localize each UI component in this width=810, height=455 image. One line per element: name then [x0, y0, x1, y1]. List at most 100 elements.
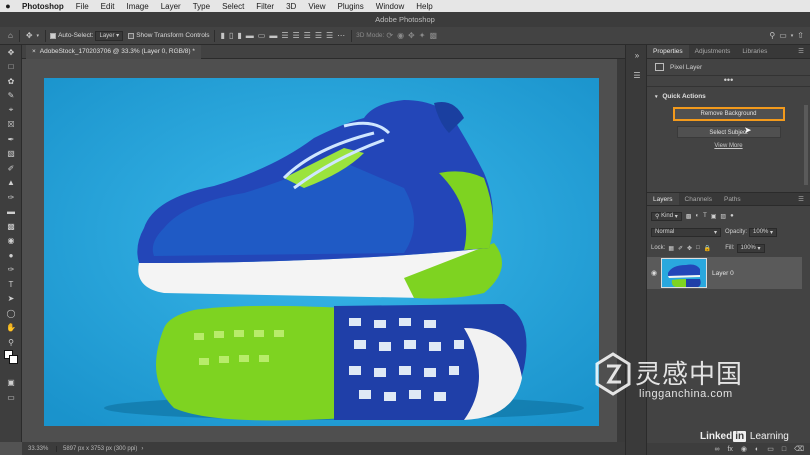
move-tool[interactable]: ✥: [0, 45, 22, 60]
pen-tool[interactable]: ✑: [0, 263, 22, 278]
menu-file[interactable]: File: [70, 2, 95, 11]
path-selection-tool[interactable]: ➤: [0, 292, 22, 307]
zoom-tool[interactable]: ⚲: [0, 335, 22, 350]
menu-3d[interactable]: 3D: [280, 2, 302, 11]
filter-adjustment-icon[interactable]: ◐: [695, 213, 699, 219]
search-icon[interactable]: ⚲: [769, 31, 775, 40]
panel-menu-icon[interactable]: ☰: [792, 45, 810, 58]
lock-pixels-icon[interactable]: ✐: [678, 245, 683, 252]
tab-paths[interactable]: Paths: [718, 193, 747, 205]
view-more-link[interactable]: View More: [647, 143, 810, 149]
more-properties-button[interactable]: •••: [647, 75, 810, 87]
align-center-h-icon[interactable]: ▯: [229, 31, 233, 40]
more-options-icon[interactable]: ⋯: [337, 31, 345, 40]
zoom-level[interactable]: 33.33%: [22, 445, 57, 452]
lock-artboard-icon[interactable]: □: [696, 245, 700, 251]
distribute-2-icon[interactable]: ☰: [292, 31, 299, 40]
home-icon[interactable]: ⌂: [8, 31, 13, 40]
document-canvas[interactable]: [44, 78, 599, 426]
chevron-right-icon[interactable]: ›: [141, 446, 143, 452]
align-right-icon[interactable]: ▮: [237, 31, 241, 40]
tab-layers[interactable]: Layers: [647, 193, 679, 205]
menu-image[interactable]: Image: [120, 2, 154, 11]
collapse-panels-button[interactable]: »: [626, 45, 648, 65]
opacity-input[interactable]: 100% ▾: [749, 227, 778, 237]
hand-tool[interactable]: ✋: [0, 321, 22, 336]
history-brush-tool[interactable]: ✑: [0, 190, 22, 205]
quick-mask-button[interactable]: ▣: [0, 375, 22, 390]
filter-type-icon[interactable]: T: [703, 213, 707, 219]
marquee-tool[interactable]: □: [0, 60, 22, 75]
layer-row-layer-0[interactable]: ◉ Layer 0: [647, 257, 802, 289]
tab-properties[interactable]: Properties: [647, 45, 689, 58]
auto-select-checkbox[interactable]: [50, 32, 57, 39]
workspace-icon[interactable]: ▭: [779, 31, 787, 40]
healing-brush-tool[interactable]: ▧: [0, 147, 22, 162]
gradient-tool[interactable]: ▩: [0, 219, 22, 234]
tab-channels[interactable]: Channels: [679, 193, 718, 205]
chevron-down-icon[interactable]: ▾: [791, 33, 794, 39]
menu-view[interactable]: View: [302, 2, 331, 11]
distribute-5-icon[interactable]: ☰: [326, 31, 333, 40]
lock-transparency-icon[interactable]: ▦: [668, 245, 674, 252]
new-layer-icon[interactable]: □: [782, 446, 786, 453]
show-transform-checkbox[interactable]: [128, 32, 135, 39]
chevron-down-icon[interactable]: ▾: [37, 33, 40, 39]
dodge-tool[interactable]: ●: [0, 248, 22, 263]
blur-tool[interactable]: ◉: [0, 234, 22, 249]
auto-select-dropdown[interactable]: Layer ▾: [95, 30, 124, 41]
close-icon[interactable]: ×: [32, 48, 36, 55]
crop-tool[interactable]: ⌖: [0, 103, 22, 118]
menu-photoshop[interactable]: Photoshop: [16, 2, 70, 11]
3d-rotate-icon[interactable]: ⟳: [386, 31, 393, 40]
tab-adjustments[interactable]: Adjustments: [689, 45, 737, 58]
3d-roll-icon[interactable]: ◉: [397, 31, 404, 40]
align-left-icon[interactable]: ▮: [221, 31, 225, 40]
share-icon[interactable]: ⇧: [797, 31, 804, 40]
distribute-4-icon[interactable]: ☰: [315, 31, 322, 40]
document-tab[interactable]: × AdobeStock_170203706 @ 33.3% (Layer 0, …: [26, 45, 201, 59]
eraser-tool[interactable]: ▬: [0, 205, 22, 220]
history-panel-button[interactable]: ☰: [626, 65, 648, 85]
document-info[interactable]: 5897 px x 3753 px (300 ppi): [57, 446, 137, 452]
properties-scrollbar[interactable]: [804, 105, 808, 185]
lasso-tool[interactable]: ✿: [0, 74, 22, 89]
3d-slide-icon[interactable]: ✦: [419, 31, 426, 40]
quick-actions-header[interactable]: ▾ Quick Actions: [647, 87, 810, 103]
type-tool[interactable]: T: [0, 277, 22, 292]
menu-type[interactable]: Type: [187, 2, 216, 11]
menu-plugins[interactable]: Plugins: [332, 2, 370, 11]
layer-style-icon[interactable]: fx: [727, 446, 732, 453]
add-mask-icon[interactable]: ◉: [741, 445, 747, 453]
align-middle-v-icon[interactable]: ▭: [258, 31, 266, 40]
layers-menu-icon[interactable]: ☰: [792, 193, 810, 205]
menu-select[interactable]: Select: [216, 2, 250, 11]
remove-background-button[interactable]: Remove Background: [672, 107, 785, 121]
eye-icon[interactable]: ◉: [647, 269, 661, 277]
screen-mode-button[interactable]: ▭: [0, 390, 22, 405]
trash-icon[interactable]: ⌫: [794, 445, 804, 453]
kind-filter-dropdown[interactable]: ⚲ Kind ▾: [651, 211, 682, 221]
3d-pan-icon[interactable]: ✥: [408, 31, 415, 40]
menu-edit[interactable]: Edit: [95, 2, 121, 11]
clone-stamp-tool[interactable]: ▲: [0, 176, 22, 191]
distribute-3-icon[interactable]: ☰: [304, 31, 311, 40]
filter-toggle-icon[interactable]: ●: [730, 213, 734, 219]
lock-all-icon[interactable]: 🔒: [704, 245, 711, 252]
move-tool-icon[interactable]: ✥: [26, 31, 33, 40]
background-color-swatch[interactable]: [9, 355, 18, 364]
select-subject-button[interactable]: Select Subject: [676, 126, 781, 138]
distribute-icon[interactable]: ☰: [281, 31, 288, 40]
menu-layer[interactable]: Layer: [155, 2, 187, 11]
new-group-icon[interactable]: ▭: [767, 445, 774, 453]
lock-position-icon[interactable]: ✥: [687, 245, 692, 252]
apple-icon[interactable]: ●: [0, 1, 16, 11]
frame-tool[interactable]: ☒: [0, 118, 22, 133]
brush-tool[interactable]: ✐: [0, 161, 22, 176]
quick-selection-tool[interactable]: ✎: [0, 89, 22, 104]
link-layers-icon[interactable]: ∞: [714, 446, 719, 453]
fill-input[interactable]: 100% ▾: [736, 243, 765, 253]
shape-tool[interactable]: ◯: [0, 306, 22, 321]
menu-window[interactable]: Window: [370, 2, 410, 11]
canvas-area[interactable]: [22, 59, 625, 442]
